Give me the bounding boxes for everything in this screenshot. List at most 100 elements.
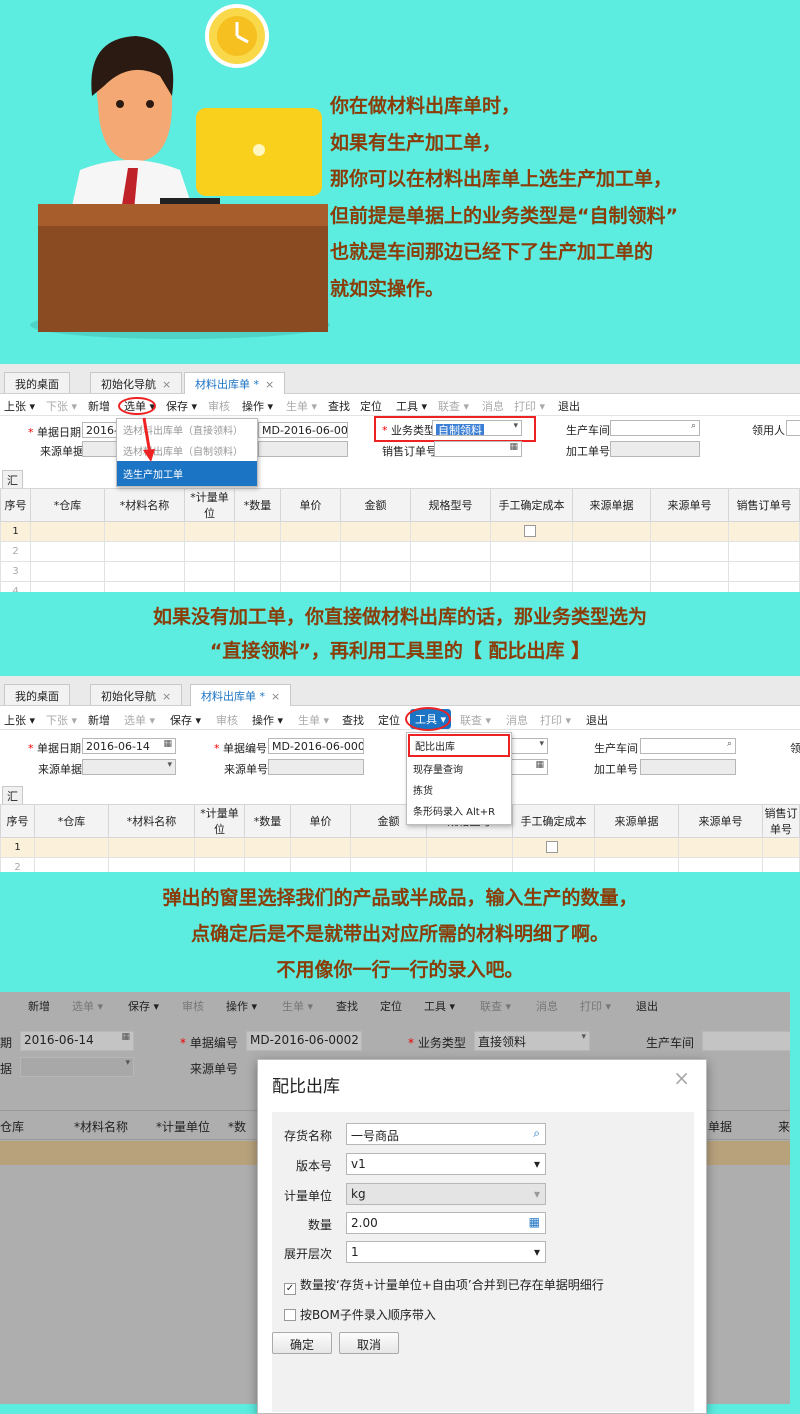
source-no-field[interactable] [258, 441, 348, 457]
bom-order-checkbox[interactable] [284, 1309, 296, 1321]
version-select[interactable]: v1 ▾ [346, 1153, 546, 1175]
sales-order-field[interactable]: ▦ [434, 441, 522, 457]
tools-button[interactable]: 工具 ▾ [424, 998, 455, 1014]
next-button[interactable]: 下张 ▾ [46, 398, 77, 414]
source-doc-field[interactable]: ▾ [82, 759, 176, 775]
find-button[interactable]: 查找 [328, 398, 350, 414]
tab-init-guide[interactable]: 初始化导航 × [90, 372, 183, 393]
print-button[interactable]: 打印 ▾ [580, 998, 611, 1014]
exit-button[interactable]: 退出 [586, 712, 608, 728]
merge-checkbox-row[interactable]: ✓ 数量按‘存货+计量单位+自由项’合并到已存在单据明细行 [284, 1276, 604, 1295]
date-field[interactable]: 2016-06-14 ▦ [20, 1031, 134, 1051]
menu-item-picking[interactable]: 拣货 [407, 779, 511, 800]
new-button[interactable]: 新增 [28, 998, 50, 1014]
type-select[interactable]: 自制领料 ▾ [432, 420, 522, 436]
tools-button[interactable]: 工具 ▾ [396, 398, 427, 414]
msg-button[interactable]: 消息 [506, 712, 528, 728]
process-no-field[interactable] [640, 759, 736, 775]
tab-desktop[interactable]: 我的桌面 [4, 684, 70, 705]
locate-button[interactable]: 定位 [360, 398, 382, 414]
table-row[interactable]: 2 [0, 857, 800, 872]
locate-button[interactable]: 定位 [378, 712, 400, 728]
link-button[interactable]: 联查 ▾ [480, 998, 511, 1014]
workshop-field[interactable]: ⌕ [640, 738, 736, 754]
tab-init-guide[interactable]: 初始化导航 × [90, 684, 183, 705]
ops-button[interactable]: 操作 ▾ [226, 998, 257, 1014]
audit-button[interactable]: 审核 [208, 398, 230, 414]
unit-select[interactable]: kg ▾ [346, 1183, 546, 1205]
merge-checkbox[interactable]: ✓ [284, 1283, 296, 1295]
table-row[interactable]: 1 [0, 837, 800, 858]
save-button[interactable]: 保存 ▾ [166, 398, 197, 414]
table-row[interactable]: 4 [0, 581, 800, 592]
prev-button[interactable]: 上张 ▾ [4, 398, 35, 414]
audit-button[interactable]: 审核 [182, 998, 204, 1014]
tab-material-out[interactable]: 材料出库单 * × [190, 684, 292, 706]
calculator-icon[interactable]: ▦ [529, 1215, 540, 1229]
close-icon[interactable]: × [162, 690, 171, 703]
doc-no-field[interactable]: MD-2016-06-0002 [246, 1031, 362, 1051]
gen-button[interactable]: 生单 ▾ [286, 398, 317, 414]
select-button[interactable]: 选单 ▾ [124, 712, 155, 728]
date-field[interactable]: 2016-06-14 ▦ [82, 738, 176, 754]
ops-button[interactable]: 操作 ▾ [242, 398, 273, 414]
source-no-field[interactable] [268, 759, 364, 775]
locate-button[interactable]: 定位 [380, 998, 402, 1014]
exit-button[interactable]: 退出 [636, 998, 658, 1014]
menu-item-barcode[interactable]: 条形码录入 Alt+R [407, 800, 511, 821]
process-no-field[interactable] [610, 441, 700, 457]
new-button[interactable]: 新增 [88, 398, 110, 414]
prev-button[interactable]: 上张 ▾ [4, 712, 35, 728]
exit-button[interactable]: 退出 [558, 398, 580, 414]
close-icon[interactable]: × [162, 378, 171, 391]
print-button[interactable]: 打印 ▾ [514, 398, 545, 414]
level-select[interactable]: 1 ▾ [346, 1241, 546, 1263]
table-row[interactable]: 1 [0, 521, 800, 542]
doc-no-field[interactable]: MD-2016-06-0002 [268, 738, 364, 754]
msg-button[interactable]: 消息 [482, 398, 504, 414]
screenshot-tools-menu: 我的桌面 初始化导航 × 材料出库单 * × 上张 ▾ 下张 ▾ 新增 选单 ▾ 保… [0, 676, 800, 872]
manual-cost-checkbox[interactable] [523, 525, 536, 537]
gen-button[interactable]: 生单 ▾ [298, 712, 329, 728]
msg-button[interactable]: 消息 [536, 998, 558, 1014]
ops-button[interactable]: 操作 ▾ [252, 712, 283, 728]
doc-no-field[interactable]: MD-2016-06-0002 [258, 422, 348, 438]
new-button[interactable]: 新增 [88, 712, 110, 728]
select-button[interactable]: 选单 ▾ [72, 998, 103, 1014]
gen-button[interactable]: 生单 ▾ [282, 998, 313, 1014]
save-button[interactable]: 保存 ▾ [128, 998, 159, 1014]
col-header: 手工确定成本 [490, 488, 573, 522]
workshop-field[interactable]: ⌕ [610, 420, 700, 436]
audit-button[interactable]: 审核 [216, 712, 238, 728]
toolbar: 新增 选单 ▾ 保存 ▾ 审核 操作 ▾ 生单 ▾ 查找 定位 工具 ▾ 联查 … [0, 992, 790, 1020]
find-button[interactable]: 查找 [342, 712, 364, 728]
type-select[interactable]: 直接领料 ▾ [474, 1031, 590, 1051]
search-icon[interactable]: ⌕ [533, 1126, 540, 1141]
save-button[interactable]: 保存 ▾ [170, 712, 201, 728]
bom-order-checkbox-row[interactable]: 按BOM子件录入顺序带入 [284, 1306, 436, 1323]
menu-item-select-process[interactable]: 选生产加工单 [117, 461, 257, 486]
manual-cost-checkbox[interactable] [545, 841, 558, 853]
link-button[interactable]: 联查 ▾ [438, 398, 469, 414]
close-icon[interactable]: × [265, 378, 274, 391]
menu-item-ratio-out[interactable]: 配比出库 [408, 734, 510, 757]
close-icon[interactable]: × [271, 690, 280, 703]
receiver-field[interactable] [786, 420, 800, 436]
tab-material-out[interactable]: 材料出库单 * × [184, 372, 286, 394]
print-button[interactable]: 打印 ▾ [540, 712, 571, 728]
close-icon[interactable]: × [673, 1066, 690, 1090]
find-button[interactable]: 查找 [336, 998, 358, 1014]
cancel-button[interactable]: 取消 [339, 1332, 399, 1354]
quantity-field[interactable]: 2.00 ▦ [346, 1212, 546, 1234]
table-row[interactable]: 2 [0, 541, 800, 562]
table-row[interactable]: 3 [0, 561, 800, 582]
link-button[interactable]: 联查 ▾ [460, 712, 491, 728]
tab-desktop[interactable]: 我的桌面 [4, 372, 70, 393]
workshop-field[interactable] [702, 1031, 790, 1051]
inventory-field[interactable]: 一号商品 ⌕ [346, 1123, 546, 1145]
next-button[interactable]: 下张 ▾ [46, 712, 77, 728]
menu-item-stock-query[interactable]: 现存量查询 [407, 758, 511, 779]
source-doc-field[interactable]: ▾ [20, 1057, 134, 1077]
ok-button[interactable]: 确定 [272, 1332, 332, 1354]
toolbar: 上张 ▾ 下张 ▾ 新增 选单 ▾ 保存 ▾ 审核 操作 ▾ 生单 ▾ 查找 定… [0, 706, 800, 730]
